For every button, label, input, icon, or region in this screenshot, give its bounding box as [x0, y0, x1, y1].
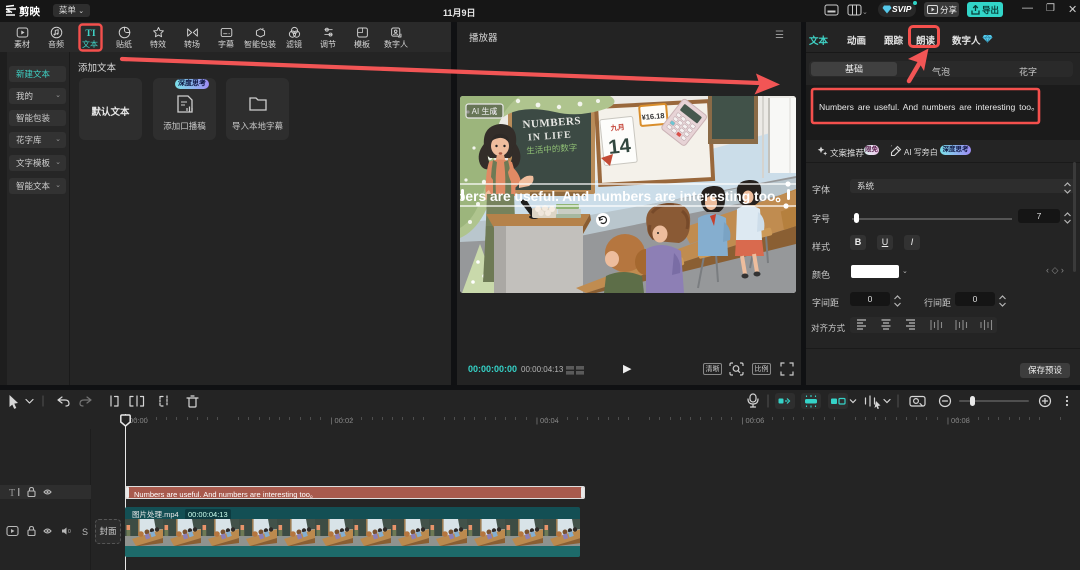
svg-text:0: 0: [68, 529, 71, 535]
svg-text:TI: TI: [85, 28, 96, 39]
svg-text:AI 生成: AI 生成: [472, 106, 498, 116]
svg-text:bers are useful. And numbers a: bers are useful. And numbers are interes…: [460, 189, 789, 204]
svg-text:T: T: [9, 488, 15, 498]
svg-text:S: S: [82, 527, 88, 537]
